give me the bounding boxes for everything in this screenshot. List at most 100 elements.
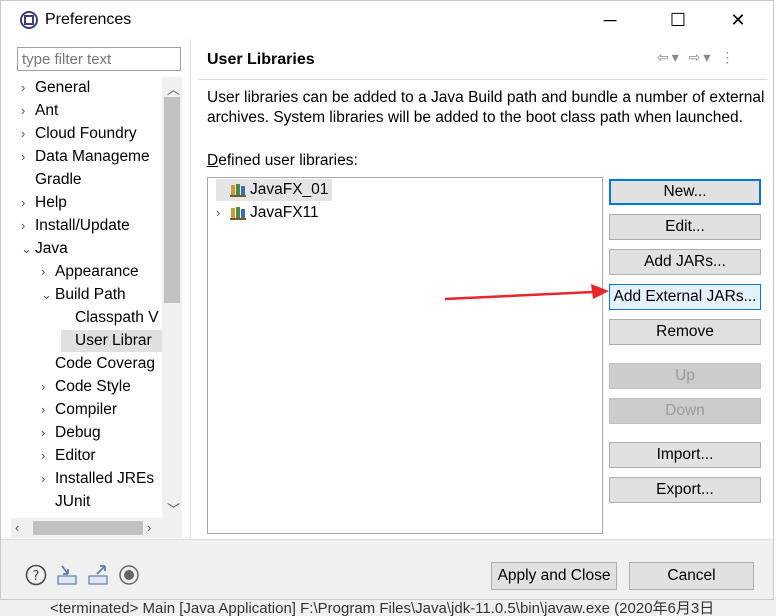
down-button[interactable]: Down [609, 398, 761, 424]
page-title: User Libraries [207, 51, 315, 68]
preferences-dialog: Preferences ─ ☐ ✕ ›General›Ant›Cloud Fou… [0, 0, 774, 600]
library-item[interactable]: JavaFX_01 [216, 179, 333, 201]
tree-item-label: Java [35, 240, 68, 257]
cancel-button[interactable]: Cancel [629, 562, 754, 590]
library-icon [230, 206, 246, 220]
tree-item-label: Cloud Foundry [35, 125, 137, 142]
record-icon[interactable] [118, 564, 140, 586]
maximize-button[interactable]: ☐ [655, 5, 701, 35]
tree-horizontal-scrollbar[interactable]: ‹ › [11, 518, 182, 538]
tree-item-label: User Librar [75, 332, 152, 349]
edit-button-label: Edit... [665, 218, 705, 235]
tree-item-label: Install/Update [35, 217, 130, 234]
tree-horizontal-scroll-thumb[interactable] [33, 521, 143, 535]
expand-icon[interactable]: › [21, 146, 35, 168]
tree-item[interactable]: › Appearance [41, 261, 139, 283]
tree-item[interactable]: User Librar [61, 330, 172, 352]
tree-item[interactable]: › Installed JREs [41, 468, 154, 490]
scroll-up-icon[interactable]: ︿ [167, 79, 180, 98]
tree-item[interactable]: › Editor [41, 445, 96, 467]
expand-icon[interactable]: › [41, 261, 55, 283]
defined-libraries-label-rest: efined user libraries: [218, 152, 358, 169]
back-icon[interactable]: ⇦ [657, 49, 672, 65]
add-external-jars-button[interactable]: Add External JARs... [609, 284, 761, 310]
tree-vertical-scrollbar[interactable]: ︿ ﹀ [162, 77, 182, 518]
import-button-label: Import... [656, 446, 714, 463]
eclipse-logo-icon [20, 11, 38, 29]
edit-button[interactable]: Edit... [609, 214, 761, 240]
tree-item[interactable]: › General [21, 77, 90, 99]
tree-item[interactable]: › Debug [41, 422, 101, 444]
expand-icon[interactable]: › [41, 468, 55, 490]
tree-item[interactable]: Gradle [21, 169, 82, 191]
pane-separator [190, 39, 191, 539]
footer-separator [1, 539, 773, 540]
preferences-tree: › General › Ant › Cloud Foundry › Data Manageme… [11, 77, 182, 518]
export-preferences-icon[interactable] [87, 564, 109, 586]
tree-item-label: Classpath V [75, 309, 159, 326]
expand-icon[interactable]: › [41, 422, 55, 444]
close-button[interactable]: ✕ [715, 5, 761, 35]
tree-item[interactable]: › Cloud Foundry [21, 123, 137, 145]
apply-and-close-button[interactable]: Apply and Close [491, 562, 617, 590]
remove-button-label: Remove [656, 323, 714, 340]
import-preferences-icon[interactable] [56, 564, 78, 586]
title-divider [199, 79, 767, 80]
add-jars-button[interactable]: Add JARs... [609, 249, 761, 275]
tree-item[interactable]: Classpath V [61, 307, 159, 329]
tree-item[interactable]: › Ant [21, 100, 58, 122]
tree-item-label: Gradle [35, 171, 82, 188]
expand-icon[interactable]: › [21, 215, 35, 237]
user-libraries-tree[interactable]: JavaFX_01 › JavaFX11 [207, 177, 603, 534]
tree-item[interactable]: › Data Manageme [21, 146, 150, 168]
collapse-icon[interactable]: ⌄ [21, 238, 35, 260]
tree-item[interactable]: Code Coverag [41, 353, 155, 375]
new-button[interactable]: New... [609, 179, 761, 205]
tree-item-label: JUnit [55, 493, 91, 510]
more-menu-icon[interactable]: ⋮ [720, 49, 737, 65]
expand-icon[interactable]: › [21, 77, 35, 99]
expand-icon[interactable]: › [21, 100, 35, 122]
expand-icon[interactable]: › [41, 376, 55, 398]
tree-item[interactable]: › Code Style [41, 376, 131, 398]
up-button[interactable]: Up [609, 363, 761, 389]
remove-button[interactable]: Remove [609, 319, 761, 345]
tree-item-label: Compiler [55, 401, 118, 418]
expand-icon[interactable]: › [216, 202, 230, 224]
tree-item[interactable]: › Help [21, 192, 67, 214]
forward-icon[interactable]: ⇨ [689, 49, 704, 65]
tree-item[interactable]: ⌄ Build Path [41, 284, 126, 306]
tree-item-label: Data Manageme [35, 148, 150, 165]
tree-item-label: Help [35, 194, 67, 211]
scroll-left-icon[interactable]: ‹ [15, 520, 19, 535]
forward-menu-icon[interactable]: ▾ [703, 49, 713, 65]
page-navigation: ⇦▾ ⇨▾ ⋮ [657, 49, 737, 66]
tree-item-label: Appearance [55, 263, 139, 280]
defined-libraries-label: Defined user libraries: [207, 152, 358, 169]
import-button[interactable]: Import... [609, 442, 761, 468]
tree-item[interactable]: JUnit [41, 491, 90, 513]
expand-icon[interactable]: › [41, 399, 55, 421]
tree-item[interactable]: › Compiler [41, 399, 117, 421]
tree-item[interactable]: › Install/Update [21, 215, 130, 237]
minimize-button[interactable]: ─ [587, 5, 633, 35]
add-external-jars-button-label: Add External JARs... [613, 288, 757, 305]
export-button[interactable]: Export... [609, 477, 761, 503]
back-menu-icon[interactable]: ▾ [672, 49, 682, 65]
filter-input[interactable] [17, 47, 181, 71]
expand-icon[interactable]: › [21, 123, 35, 145]
collapse-icon[interactable]: ⌄ [41, 284, 55, 306]
scroll-right-icon[interactable]: › [147, 520, 151, 535]
scroll-down-icon[interactable]: ﹀ [167, 499, 180, 518]
down-button-label: Down [665, 402, 705, 419]
library-item-label: JavaFX_01 [250, 181, 329, 198]
tree-item[interactable]: ⌄ Java [21, 238, 68, 260]
cancel-label: Cancel [667, 567, 716, 584]
tree-vertical-scroll-thumb[interactable] [164, 97, 180, 303]
tree-item-label: Code Coverag [55, 355, 155, 372]
library-item-label: JavaFX11 [250, 204, 319, 221]
library-item[interactable]: › JavaFX11 [216, 202, 323, 224]
expand-icon[interactable]: › [41, 445, 55, 467]
help-icon[interactable]: ? [25, 564, 47, 586]
expand-icon[interactable]: › [21, 192, 35, 214]
